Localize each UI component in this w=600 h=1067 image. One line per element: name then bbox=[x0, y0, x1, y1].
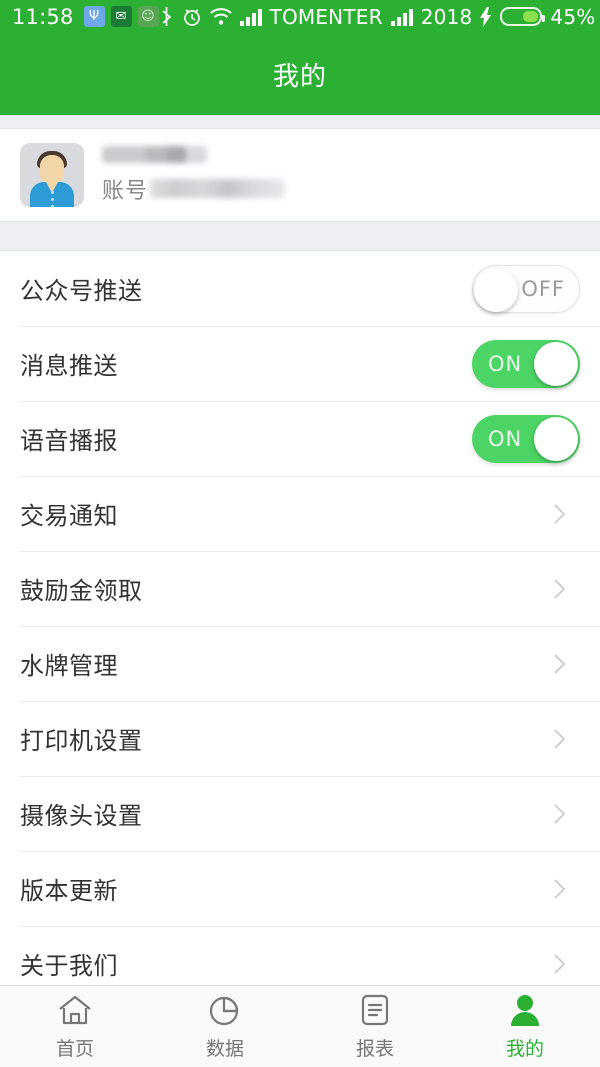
tab-home[interactable]: 首页 bbox=[0, 993, 150, 1061]
document-icon bbox=[360, 993, 390, 1027]
page-header: 我的 bbox=[0, 33, 600, 115]
carrier-name: TOMENTER bbox=[269, 4, 383, 29]
pie-chart-icon bbox=[208, 993, 242, 1027]
bottom-tab-bar: 首页 数据 报表 我的 bbox=[0, 985, 600, 1067]
profile-text: 账号 bbox=[102, 145, 286, 205]
tab-label: 报表 bbox=[355, 1037, 394, 1060]
chevron-right-icon bbox=[553, 878, 566, 900]
home-icon bbox=[58, 993, 92, 1027]
wifi-icon bbox=[209, 7, 232, 26]
setting-row-message-push[interactable]: 消息推送 ON bbox=[0, 326, 600, 401]
account-row: 账号 bbox=[102, 173, 286, 205]
setting-row-transaction-notice[interactable]: 交易通知 bbox=[0, 476, 600, 551]
status-bar: 11:58 Ψ ✉ ☺ TOMENTER 2018 45% bbox=[0, 0, 600, 33]
app-screen: 11:58 Ψ ✉ ☺ TOMENTER 2018 45% 我的 账号 公众号推… bbox=[0, 0, 600, 1067]
account-value-redacted bbox=[150, 179, 286, 198]
chevron-right-icon bbox=[553, 578, 566, 600]
row-label: 打印机设置 bbox=[20, 727, 143, 755]
charging-bolt-icon bbox=[480, 6, 492, 27]
tab-mine[interactable]: 我的 bbox=[450, 993, 600, 1061]
battery-icon bbox=[500, 7, 546, 26]
setting-row-voice-broadcast[interactable]: 语音播报 ON bbox=[0, 401, 600, 476]
row-label: 版本更新 bbox=[20, 877, 118, 905]
avatar-button-3 bbox=[51, 205, 54, 207]
page-title: 我的 bbox=[272, 61, 327, 92]
user-name-redacted bbox=[102, 145, 207, 163]
row-label: 语音播报 bbox=[20, 427, 118, 455]
section-gap-middle bbox=[0, 221, 600, 251]
avatar-button-1 bbox=[51, 191, 54, 194]
signal-bars-icon-2 bbox=[390, 8, 413, 26]
avatar-button-2 bbox=[51, 198, 54, 201]
row-label: 消息推送 bbox=[20, 352, 118, 380]
alarm-icon bbox=[182, 7, 202, 27]
toggle-voice-broadcast[interactable]: ON bbox=[472, 414, 580, 463]
toggle-knob bbox=[534, 341, 578, 386]
row-label: 水牌管理 bbox=[20, 652, 118, 680]
chevron-right-icon bbox=[553, 803, 566, 825]
setting-row-camera-settings[interactable]: 摄像头设置 bbox=[0, 776, 600, 851]
toggle-state-label: ON bbox=[488, 426, 523, 451]
chevron-right-icon bbox=[553, 503, 566, 525]
toggle-message-push[interactable]: ON bbox=[472, 339, 580, 388]
toggle-knob bbox=[534, 416, 578, 461]
mail-icon: ✉ bbox=[110, 6, 132, 27]
profile-card[interactable]: 账号 bbox=[0, 129, 600, 221]
status-time: 11:58 bbox=[12, 4, 74, 29]
setting-row-encouragement-fund[interactable]: 鼓励金领取 bbox=[0, 551, 600, 626]
settings-list: 公众号推送 OFF 消息推送 ON 语音播报 ON 交易通知 鼓励金领取 水牌管… bbox=[0, 251, 600, 1001]
toggle-knob bbox=[474, 267, 518, 312]
chevron-right-icon bbox=[553, 728, 566, 750]
avatar bbox=[20, 143, 84, 207]
setting-row-version-update[interactable]: 版本更新 bbox=[0, 851, 600, 926]
avatar-face bbox=[40, 155, 64, 185]
toggle-state-label: ON bbox=[488, 351, 523, 376]
account-label: 账号 bbox=[102, 178, 149, 204]
row-label: 交易通知 bbox=[20, 502, 118, 530]
tab-label: 我的 bbox=[505, 1037, 544, 1060]
toggle-gzh-push[interactable]: OFF bbox=[472, 264, 580, 313]
signal-bars-icon bbox=[239, 8, 262, 26]
toggle-state-label: OFF bbox=[521, 276, 565, 301]
status-left-icons: Ψ ✉ ☺ bbox=[83, 6, 159, 27]
setting-row-water-sign-management[interactable]: 水牌管理 bbox=[0, 626, 600, 701]
setting-row-gzh-push[interactable]: 公众号推送 OFF bbox=[0, 251, 600, 326]
setting-row-printer-settings[interactable]: 打印机设置 bbox=[0, 701, 600, 776]
status-clock-number: 2018 bbox=[420, 4, 473, 29]
tab-report[interactable]: 报表 bbox=[300, 993, 450, 1061]
tab-data[interactable]: 数据 bbox=[150, 993, 300, 1061]
section-gap-top bbox=[0, 115, 600, 129]
status-right-icons: TOMENTER 2018 45% bbox=[159, 5, 596, 29]
battery-fill bbox=[523, 11, 539, 22]
tab-label: 数据 bbox=[205, 1037, 244, 1060]
tab-label: 首页 bbox=[55, 1037, 94, 1060]
chevron-right-icon bbox=[553, 953, 566, 975]
battery-percent: 45% bbox=[550, 4, 596, 29]
row-label: 鼓励金领取 bbox=[20, 577, 143, 605]
android-icon: ☺ bbox=[137, 6, 159, 27]
row-label: 摄像头设置 bbox=[20, 802, 143, 830]
usb-icon: Ψ bbox=[83, 6, 105, 27]
row-label: 公众号推送 bbox=[20, 277, 143, 305]
chevron-right-icon bbox=[553, 653, 566, 675]
bluetooth-icon bbox=[159, 6, 174, 27]
row-label: 关于我们 bbox=[20, 952, 118, 980]
person-icon bbox=[509, 993, 541, 1027]
